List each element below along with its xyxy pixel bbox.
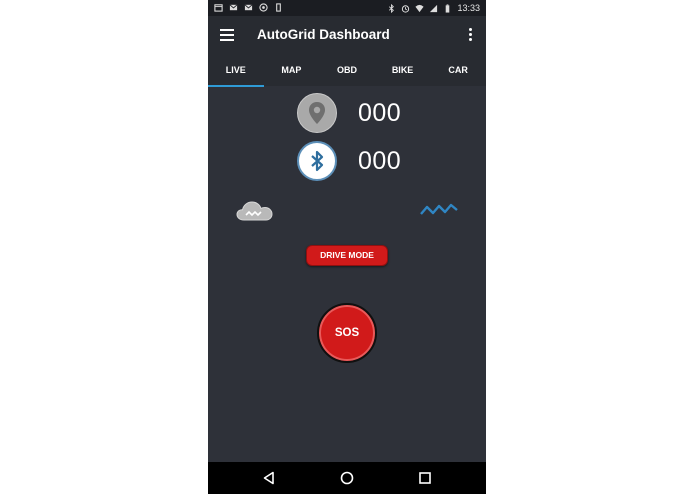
app-title: AutoGrid Dashboard <box>257 27 390 42</box>
sos-button[interactable]: SOS <box>317 303 377 363</box>
tab-live[interactable]: LIVE <box>208 56 264 87</box>
location-status[interactable] <box>297 93 337 133</box>
alarm-icon <box>402 4 410 13</box>
bluetooth-icon <box>389 3 395 13</box>
phone-icon <box>276 3 281 12</box>
recent-apps-icon[interactable] <box>418 471 432 485</box>
status-time: 13:33 <box>457 3 480 13</box>
navigation-bar <box>208 462 486 494</box>
location-count: 000 <box>358 99 402 127</box>
back-icon[interactable] <box>262 471 276 485</box>
menu-icon[interactable] <box>220 29 234 41</box>
bluetooth-count: 000 <box>358 147 402 175</box>
drive-mode-button[interactable]: DRIVE MODE <box>306 245 388 266</box>
location-pin-icon <box>309 102 325 124</box>
bluetooth-status[interactable] <box>297 141 337 181</box>
tab-map[interactable]: MAP <box>264 56 320 86</box>
wave-icon <box>420 203 458 215</box>
mail-icon <box>229 4 238 11</box>
whatsapp-icon <box>259 3 268 12</box>
battery-icon <box>446 3 450 13</box>
signal-icon <box>430 4 438 12</box>
more-vert-icon[interactable] <box>469 28 473 42</box>
wifi-icon <box>415 4 425 12</box>
status-bar: 13:33 <box>208 0 486 16</box>
calendar-icon <box>214 4 223 12</box>
mail-icon <box>244 4 253 11</box>
tab-car[interactable]: CAR <box>430 56 486 86</box>
system-icons: 13:33 <box>387 2 480 14</box>
tab-bike[interactable]: BIKE <box>375 56 431 86</box>
home-icon[interactable] <box>340 471 354 485</box>
tab-bar: LIVE MAP OBD BIKE CAR <box>208 56 486 87</box>
cloud-icon <box>236 201 273 221</box>
bluetooth-icon <box>311 150 324 172</box>
notification-icons <box>214 3 283 12</box>
tab-obd[interactable]: OBD <box>319 56 375 86</box>
app-bar: AutoGrid Dashboard <box>208 16 486 56</box>
phone-screen: 13:33 AutoGrid Dashboard LIVE MAP OBD BI… <box>208 0 486 494</box>
